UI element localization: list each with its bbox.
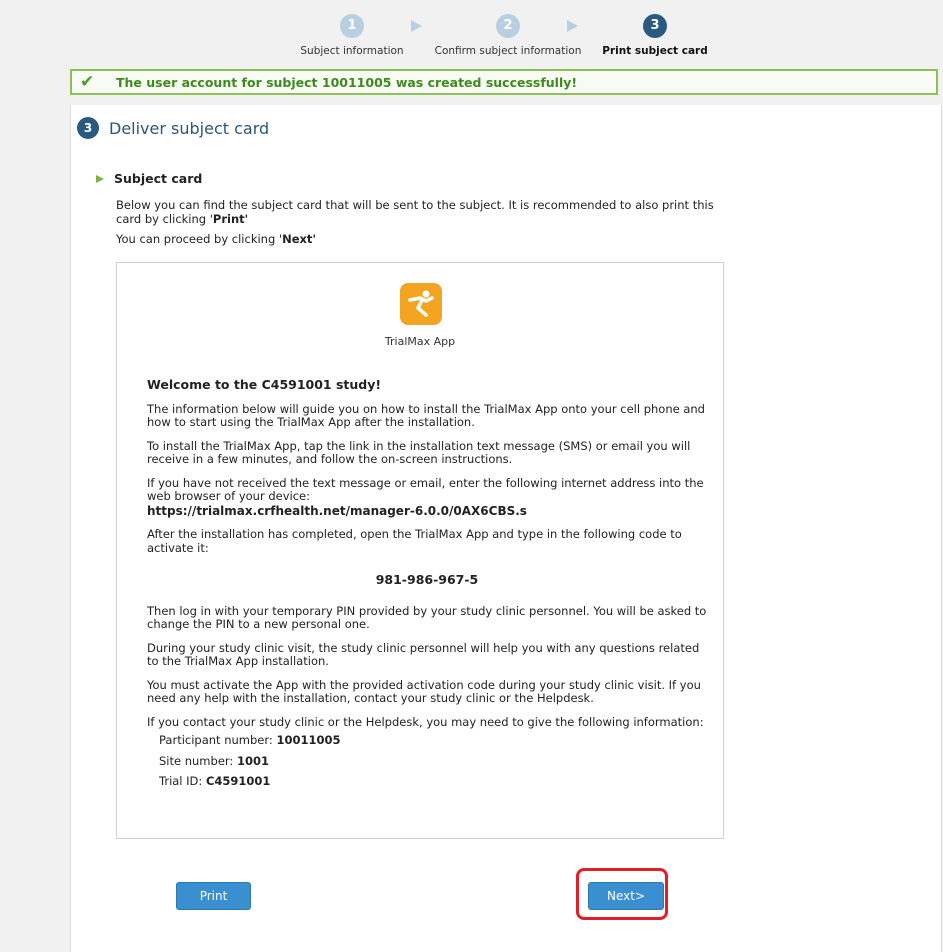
section-number: 3 xyxy=(77,117,99,139)
section-title-text: Deliver subject card xyxy=(109,118,270,138)
participant-number-value: 10011005 xyxy=(276,733,341,747)
arrow-right-icon xyxy=(96,174,104,183)
instruction-print-quote: ' xyxy=(244,212,249,226)
success-message: The user account for subject 10011005 wa… xyxy=(116,74,578,90)
card-paragraph: To install the TrialMax App, tap the lin… xyxy=(147,438,691,466)
site-number-label: Site number: xyxy=(159,753,237,768)
card-paragraph-text: If you have not received the text messag… xyxy=(147,475,704,503)
step-label: Subject information xyxy=(300,45,404,57)
step-number: 2 xyxy=(496,14,520,38)
subject-card-heading-text: Subject card xyxy=(114,171,203,186)
wizard-step-confirm-subject-information: 2 Confirm subject information xyxy=(428,14,588,57)
instruction-next-quote: ' xyxy=(312,232,316,246)
participant-number: Participant number: 10011005 xyxy=(159,733,707,748)
trial-id: Trial ID: C4591001 xyxy=(159,774,707,789)
card-paragraph: The information below will guide you on … xyxy=(147,401,705,429)
section-title: 3 Deliver subject card xyxy=(77,117,269,139)
step-arrow-icon xyxy=(567,20,578,32)
app-name: TrialMax App xyxy=(384,335,456,348)
step-number: 3 xyxy=(643,14,667,38)
instruction-print-text: Below you can find the subject card that… xyxy=(116,198,714,226)
wizard-step-subject-information: 1 Subject information xyxy=(292,14,412,57)
print-button[interactable]: Print xyxy=(176,882,251,910)
trialmax-app-logo-icon xyxy=(400,283,442,325)
activation-code: 981-986-967-5 xyxy=(375,572,479,587)
step-label: Print subject card xyxy=(602,45,708,57)
subject-card: TrialMax App Welcome to the C4591001 stu… xyxy=(116,262,724,839)
main-panel: 3 Deliver subject card Subject card Belo… xyxy=(70,105,942,952)
card-paragraph: During your study clinic visit, the stud… xyxy=(147,640,700,668)
card-paragraph: If you have not received the text messag… xyxy=(147,475,707,519)
instruction-print: Below you can find the subject card that… xyxy=(116,198,736,226)
step-label: Confirm subject information xyxy=(434,45,582,57)
trial-id-value: C4591001 xyxy=(205,774,271,788)
wizard-steps: 1 Subject information 2 Confirm subject … xyxy=(290,14,730,64)
trial-id-label: Trial ID: xyxy=(159,774,206,788)
welcome-heading: Welcome to the C4591001 study! xyxy=(147,377,382,392)
instructions: Below you can find the subject card that… xyxy=(116,198,736,252)
site-number: Site number: 1001 xyxy=(159,753,707,769)
instruction-next-text: You can proceed by clicking ' xyxy=(116,232,283,246)
checkmark-icon: ✔ xyxy=(80,72,95,92)
instruction-print-keyword: Print xyxy=(212,212,245,226)
step-arrow-icon xyxy=(411,20,422,32)
next-button[interactable]: Next> xyxy=(588,882,664,910)
install-url: https://trialmax.crfhealth.net/manager-6… xyxy=(147,503,527,518)
wizard-step-print-subject-card: 3 Print subject card xyxy=(590,14,720,57)
instruction-next-keyword: Next xyxy=(282,232,313,246)
subject-card-heading: Subject card xyxy=(96,171,202,186)
participant-number-label: Participant number: xyxy=(159,733,277,747)
site-number-value: 1001 xyxy=(236,753,269,768)
step-number: 1 xyxy=(340,14,364,38)
card-body: Welcome to the C4591001 study! The infor… xyxy=(147,378,707,796)
card-paragraph: After the installation has completed, op… xyxy=(147,527,682,555)
success-banner: ✔ The user account for subject 10011005 … xyxy=(70,69,938,95)
instruction-next: You can proceed by clicking 'Next' xyxy=(116,232,736,246)
card-paragraph: If you contact your study clinic or the … xyxy=(147,714,704,729)
card-paragraph: You must activate the App with the provi… xyxy=(147,677,701,705)
card-paragraph: Then log in with your temporary PIN prov… xyxy=(147,603,707,631)
